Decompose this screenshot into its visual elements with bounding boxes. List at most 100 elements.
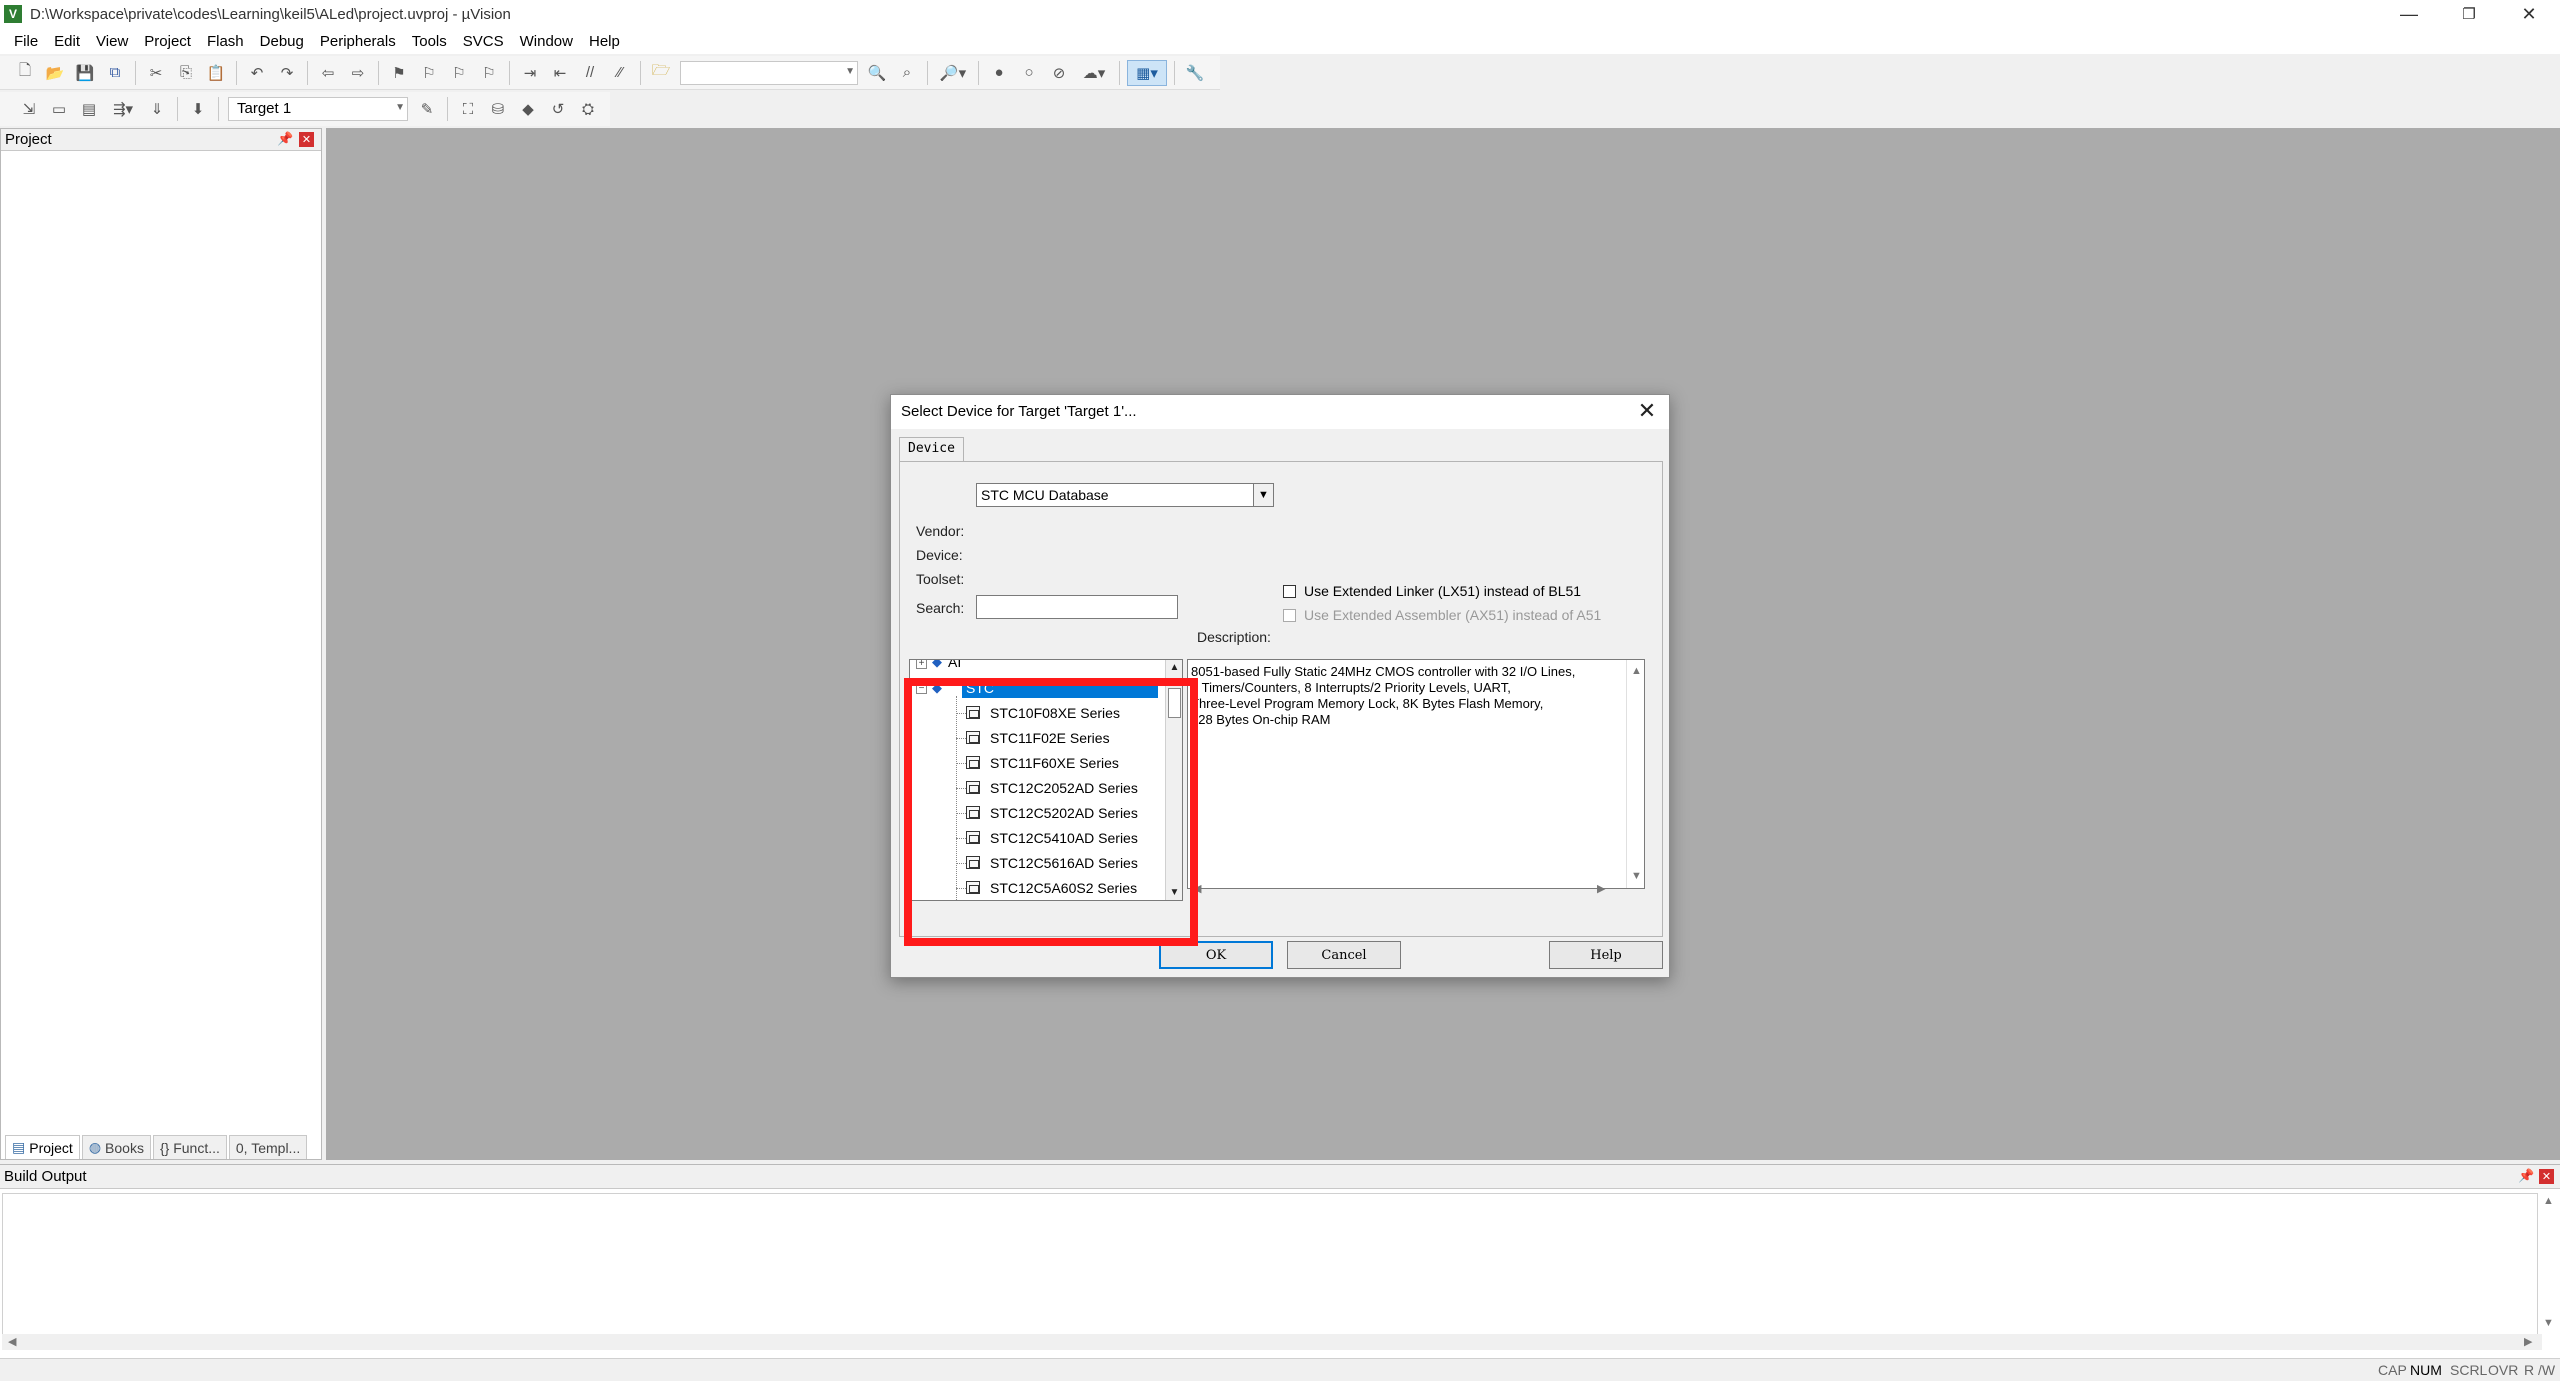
enable-breakpoint-icon[interactable]: ○: [1016, 60, 1042, 86]
tree-row-device[interactable]: STC12C5410AD Series: [910, 826, 1160, 851]
scroll-right-icon[interactable]: ▶: [1597, 882, 1605, 895]
scroll-up-icon[interactable]: ▲: [2543, 1195, 2554, 1207]
scroll-left-icon[interactable]: ◀: [8, 1335, 16, 1348]
close-window-button[interactable]: ✕: [2500, 0, 2558, 28]
build-output-vscroll[interactable]: ▲ ▼: [2540, 1193, 2556, 1335]
redo-icon[interactable]: ↷: [274, 60, 300, 86]
pack-installer-icon[interactable]: ↺: [545, 96, 571, 122]
debug-session-icon[interactable]: 🔎▾: [935, 60, 971, 86]
target-options-icon[interactable]: ✎: [414, 96, 440, 122]
find-in-files-icon[interactable]: 🗁: [648, 60, 674, 86]
close-panel-icon[interactable]: ✕: [299, 132, 314, 147]
bookmark-icon[interactable]: ⚑: [386, 60, 412, 86]
unindent-icon[interactable]: ⇤: [547, 60, 573, 86]
tree-row-device[interactable]: STC12C5A60S2 Series: [910, 876, 1160, 900]
navigate-forward-icon[interactable]: ⇨: [345, 60, 371, 86]
scroll-left-icon[interactable]: ◀: [1193, 882, 1201, 895]
rebuild-icon[interactable]: ▤: [76, 96, 102, 122]
next-bookmark-icon[interactable]: ⚐: [446, 60, 472, 86]
menu-file[interactable]: File: [6, 33, 46, 50]
tree-row-device[interactable]: STC12C2052AD Series: [910, 776, 1160, 801]
undo-icon[interactable]: ↶: [244, 60, 270, 86]
menu-view[interactable]: View: [88, 33, 136, 50]
tab-device[interactable]: Device: [899, 437, 964, 461]
window-layout-icon[interactable]: ▦▾: [1127, 59, 1167, 86]
device-tree-scrollbar[interactable]: ▲ ▼: [1165, 660, 1182, 900]
menu-svcs[interactable]: SVCS: [455, 33, 512, 50]
extended-linker-checkbox[interactable]: Use Extended Linker (LX51) instead of BL…: [1283, 583, 1581, 599]
tree-row-device[interactable]: STC11F02E Series: [910, 726, 1160, 751]
cut-icon[interactable]: ✂: [143, 60, 169, 86]
run-time-env-icon[interactable]: ⛭: [575, 96, 601, 122]
build-icon[interactable]: ▭: [46, 96, 72, 122]
tab-books[interactable]: ◍ Books: [81, 1135, 151, 1159]
paste-icon[interactable]: 📋: [203, 60, 229, 86]
tree-row-device[interactable]: STC12C5616AD Series: [910, 851, 1160, 876]
comment-icon[interactable]: //: [577, 60, 603, 86]
pin-icon[interactable]: 📌: [277, 131, 293, 147]
collapse-icon[interactable]: −: [916, 683, 927, 694]
device-tree[interactable]: + ◆ AI − ◆ STC STC10F08XE Series STC11F0…: [909, 659, 1183, 901]
database-select[interactable]: STC MCU Database ▼: [976, 483, 1274, 507]
menu-debug[interactable]: Debug: [252, 33, 312, 50]
description-box[interactable]: 8051-based Fully Static 24MHz CMOS contr…: [1187, 659, 1645, 889]
description-scrollbar[interactable]: ▲ ▼: [1626, 660, 1644, 888]
translate-icon[interactable]: ⇲: [16, 96, 42, 122]
indent-icon[interactable]: ⇥: [517, 60, 543, 86]
help-button[interactable]: Help: [1549, 941, 1663, 969]
cancel-button[interactable]: Cancel: [1287, 941, 1401, 969]
incremental-find-icon[interactable]: ⌕: [894, 60, 920, 86]
minimize-button[interactable]: —: [2380, 0, 2438, 28]
scroll-down-icon[interactable]: ▼: [1631, 868, 1642, 884]
scroll-up-icon[interactable]: ▲: [1166, 662, 1182, 673]
scroll-thumb[interactable]: [1168, 688, 1181, 718]
prev-bookmark-icon[interactable]: ⚐: [416, 60, 442, 86]
menu-peripherals[interactable]: Peripherals: [312, 33, 404, 50]
expand-icon[interactable]: +: [916, 660, 927, 669]
build-output-text[interactable]: [2, 1193, 2538, 1335]
configure-icon[interactable]: 🔧: [1182, 60, 1208, 86]
ok-button[interactable]: OK: [1159, 941, 1273, 969]
scroll-down-icon[interactable]: ▼: [1166, 887, 1182, 898]
insert-breakpoint-icon[interactable]: ●: [986, 60, 1012, 86]
close-panel-icon[interactable]: ✕: [2539, 1169, 2554, 1184]
open-file-icon[interactable]: 📂: [42, 60, 68, 86]
tree-row-device[interactable]: STC11F60XE Series: [910, 751, 1160, 776]
navigate-back-icon[interactable]: ⇦: [315, 60, 341, 86]
chevron-down-icon[interactable]: ▼: [1253, 484, 1273, 506]
scroll-up-icon[interactable]: ▲: [1631, 663, 1642, 679]
batch-build-icon[interactable]: ⇶▾: [106, 96, 140, 122]
disable-breakpoints-icon[interactable]: ⊘: [1046, 60, 1072, 86]
pin-icon[interactable]: 📌: [2518, 1168, 2534, 1184]
find-icon[interactable]: 🔍: [864, 60, 890, 86]
new-file-icon[interactable]: 🗋: [12, 60, 38, 86]
menu-flash[interactable]: Flash: [199, 33, 252, 50]
build-output-hscroll[interactable]: ◀ ▶: [2, 1334, 2542, 1350]
download-icon[interactable]: ⇓: [144, 96, 170, 122]
manage-project-items-icon[interactable]: ⛶: [455, 96, 481, 122]
uncomment-icon[interactable]: ⁄⁄: [607, 60, 633, 86]
description-hscroll[interactable]: ◀ ▶: [1187, 879, 1627, 897]
tree-row-vendor-ai[interactable]: + ◆ AI: [910, 660, 1160, 672]
menu-window[interactable]: Window: [512, 33, 581, 50]
menu-edit[interactable]: Edit: [46, 33, 88, 50]
restore-button[interactable]: ❐: [2440, 0, 2498, 28]
tree-row-device[interactable]: STC10F08XE Series: [910, 701, 1160, 726]
copy-icon[interactable]: ⎘: [173, 60, 199, 86]
tab-templates[interactable]: 0, Templ...: [228, 1135, 308, 1159]
kill-breakpoints-icon[interactable]: ☁▾: [1076, 60, 1112, 86]
scroll-down-icon[interactable]: ▼: [2543, 1317, 2554, 1329]
menu-help[interactable]: Help: [581, 33, 628, 50]
checkbox-box[interactable]: [1283, 584, 1296, 598]
search-input[interactable]: [976, 595, 1178, 619]
manage-components-icon[interactable]: ⛁: [485, 96, 511, 122]
scroll-right-icon[interactable]: ▶: [2524, 1335, 2532, 1348]
tree-row-device[interactable]: STC12C5202AD Series: [910, 801, 1160, 826]
menu-tools[interactable]: Tools: [404, 33, 455, 50]
select-packs-icon[interactable]: ◆: [515, 96, 541, 122]
save-all-icon[interactable]: ⧉: [102, 60, 128, 86]
target-select[interactable]: Target 1 ▼: [228, 97, 408, 121]
menu-project[interactable]: Project: [136, 33, 199, 50]
dialog-close-icon[interactable]: ✕: [1633, 397, 1661, 425]
clear-bookmarks-icon[interactable]: ⚐: [476, 60, 502, 86]
